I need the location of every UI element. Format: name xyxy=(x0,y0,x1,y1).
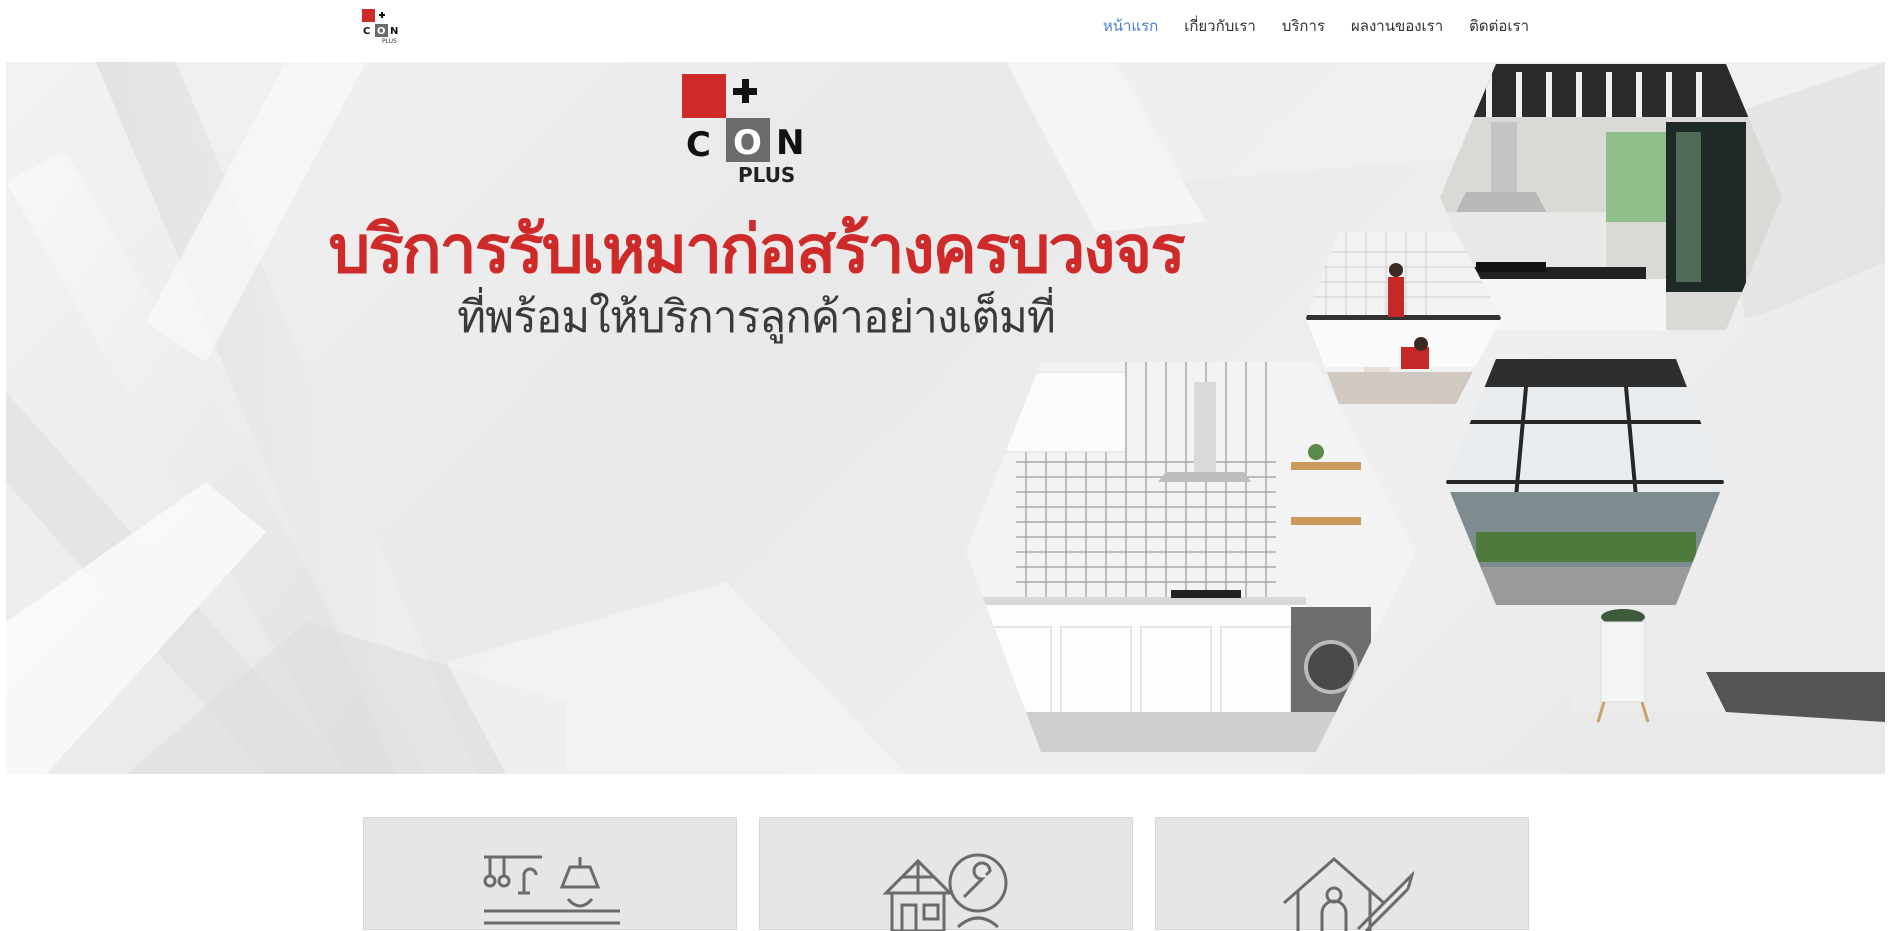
svg-text:N: N xyxy=(390,26,398,37)
service-card-kitchen[interactable] xyxy=(363,817,737,930)
site-header: C O N PLUS หน้าแรก เกี่ยวกับเรา บริการ ผ… xyxy=(0,0,1889,62)
nav-item-home[interactable]: หน้าแรก xyxy=(1103,14,1158,38)
roof-structure-photo xyxy=(1446,359,1724,605)
main-nav: หน้าแรก เกี่ยวกับเรา บริการ ผลงานของเรา … xyxy=(1103,0,1529,52)
hero-photo-collage xyxy=(966,64,1782,752)
service-card-renovation[interactable] xyxy=(759,817,1133,931)
nav-item-contact[interactable]: ติดต่อเรา xyxy=(1469,14,1529,38)
house-design-icon xyxy=(1283,857,1414,931)
house-repair-icon xyxy=(882,853,1008,931)
service-cards xyxy=(363,817,1530,931)
svg-text:O: O xyxy=(377,26,386,37)
kitchen-icon xyxy=(483,855,620,925)
svg-text:PLUS: PLUS xyxy=(382,38,397,45)
svg-text:C: C xyxy=(363,26,370,37)
service-card-design[interactable] xyxy=(1155,817,1529,931)
kitchen-hood-photo xyxy=(1440,64,1782,330)
nav-item-portfolio[interactable]: ผลงานของเรา xyxy=(1351,14,1443,38)
hero-banner: C O N PLUS บริการรับเหมาก่อสร้างครบวงจร … xyxy=(6,62,1885,774)
site-logo[interactable]: C O N PLUS xyxy=(362,9,406,45)
plant-pot-decoration xyxy=(1596,609,1650,723)
kitchen-photo xyxy=(966,362,1416,752)
nav-item-about[interactable]: เกี่ยวกับเรา xyxy=(1184,14,1256,38)
nav-item-services[interactable]: บริการ xyxy=(1282,14,1325,38)
